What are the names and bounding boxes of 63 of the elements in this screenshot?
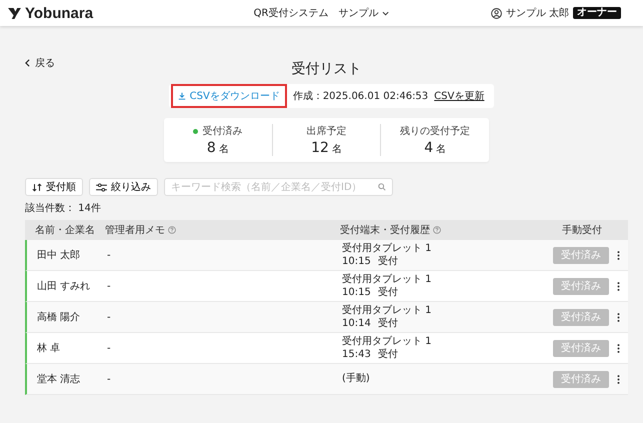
device-name: (手動) bbox=[342, 373, 371, 385]
chevron-left-icon bbox=[25, 59, 30, 67]
stat-label: 残りの受付予定 bbox=[400, 124, 470, 138]
history-time: 10:15 bbox=[342, 286, 371, 298]
name-cell: 堂本 清志 bbox=[37, 374, 80, 385]
history-action: 受付 bbox=[378, 348, 398, 360]
history-time: 10:14 bbox=[342, 318, 371, 330]
stat-value: 4 bbox=[424, 140, 434, 156]
stat-unit: 名 bbox=[436, 143, 446, 156]
name-cell: 高橋 陽介 bbox=[37, 312, 80, 323]
stat-label: 出席予定 bbox=[306, 124, 346, 138]
history-action: 受付 bbox=[378, 286, 398, 298]
memo-cell: - bbox=[107, 374, 111, 384]
logo-text: Yobunara bbox=[25, 4, 94, 22]
download-icon bbox=[178, 92, 186, 100]
column-header: 受付端末・受付履歴 bbox=[340, 224, 430, 237]
back-link[interactable]: 戻る bbox=[25, 56, 55, 70]
stat-value: 8 bbox=[206, 140, 216, 156]
nav-link[interactable]: QR受付システム bbox=[254, 6, 328, 20]
result-count: 該当件数： 14件 bbox=[25, 202, 102, 215]
role-badge: オーナー bbox=[573, 7, 621, 19]
history-action: 受付 bbox=[378, 256, 398, 268]
device-name: 受付用タブレット 1 bbox=[342, 304, 433, 316]
history-time: 15:43 bbox=[342, 348, 371, 360]
memo-cell: - bbox=[107, 312, 111, 322]
csv-created-date: 作成：2025.06.01 02:46:53 bbox=[292, 90, 428, 103]
name-cell: 山田 すみれ bbox=[37, 281, 90, 292]
device-name: 受付用タブレット 1 bbox=[342, 274, 433, 286]
name-cell: 田中 太郎 bbox=[37, 250, 80, 261]
nav-link[interactable]: サンプル bbox=[338, 6, 390, 20]
user-icon bbox=[490, 8, 502, 18]
history-time: 10:15 bbox=[342, 256, 371, 268]
sort-button[interactable]: 受付順 bbox=[25, 178, 83, 196]
more-icon[interactable] bbox=[617, 250, 620, 260]
stat-unit: 名 bbox=[332, 143, 342, 156]
csv-refresh-link[interactable]: CSVを更新 bbox=[434, 89, 484, 103]
memo-cell: - bbox=[107, 280, 111, 292]
device-name: 受付用タブレット 1 bbox=[342, 336, 433, 348]
more-icon[interactable] bbox=[617, 374, 620, 384]
chevron-down-icon bbox=[382, 10, 390, 16]
logo-icon bbox=[8, 8, 21, 18]
column-header: 管理者用メモ bbox=[105, 224, 165, 237]
name-cell: 林 卓 bbox=[37, 343, 60, 354]
memo-cell: - bbox=[107, 342, 111, 354]
csv-download-button[interactable]: CSVをダウンロード bbox=[170, 84, 287, 108]
history-action: 受付 bbox=[378, 318, 398, 330]
stat-value: 12 bbox=[311, 140, 329, 156]
search-icon bbox=[378, 183, 386, 191]
device-name: 受付用タブレット 1 bbox=[342, 242, 433, 254]
column-header: 名前・企業名 bbox=[35, 224, 95, 237]
more-icon[interactable] bbox=[617, 280, 620, 292]
filter-button[interactable]: 絞り込み bbox=[89, 178, 158, 196]
more-icon[interactable] bbox=[617, 342, 620, 354]
page-title: 受付リスト bbox=[292, 60, 362, 79]
sliders-icon bbox=[96, 182, 107, 192]
memo-cell: - bbox=[107, 250, 111, 260]
search-field[interactable]: キーワード検索（名前／企業名／受付ID） bbox=[164, 178, 393, 196]
stat-unit: 名 bbox=[218, 143, 229, 156]
more-icon[interactable] bbox=[617, 312, 620, 322]
user-name[interactable]: サンプル 太郎 bbox=[506, 6, 569, 20]
stat-label: 受付済み bbox=[202, 124, 242, 138]
column-header: 手動受付 bbox=[562, 224, 602, 237]
sort-arrows-icon bbox=[32, 182, 42, 192]
